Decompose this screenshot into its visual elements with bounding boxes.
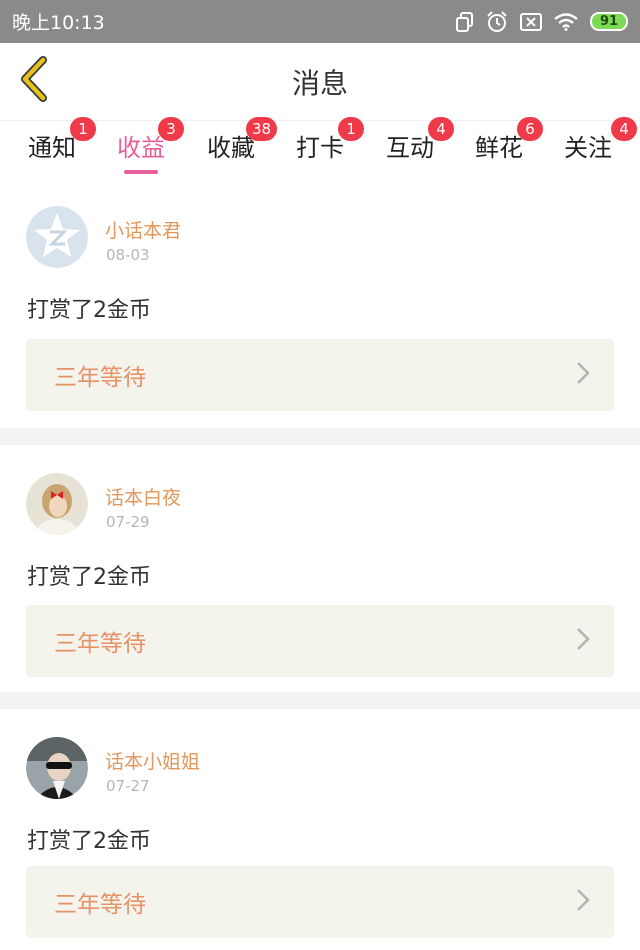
avatar[interactable] bbox=[26, 473, 88, 535]
count-badge: 1 bbox=[70, 117, 96, 141]
tab-label: 鲜花 bbox=[475, 134, 523, 162]
message-text: 打赏了2金币 bbox=[27, 829, 151, 854]
message-text: 打赏了2金币 bbox=[27, 298, 151, 323]
tab-checkin[interactable]: 打卡 1 bbox=[280, 117, 364, 179]
battery-icon: 91 bbox=[590, 12, 628, 31]
story-link[interactable]: 三年等待 bbox=[26, 605, 614, 677]
username[interactable]: 话本白夜 bbox=[105, 483, 181, 510]
tab-label: 打卡 bbox=[296, 134, 344, 162]
alarm-icon bbox=[486, 10, 508, 33]
count-badge: 1 bbox=[338, 117, 364, 141]
story-title: 三年等待 bbox=[54, 631, 146, 657]
tab-label: 收藏 bbox=[207, 134, 255, 162]
message-date: 07-27 bbox=[106, 777, 150, 795]
story-link[interactable]: 三年等待 bbox=[26, 866, 614, 938]
tab-follows[interactable]: 关注 4 bbox=[548, 117, 637, 179]
tab-label: 收益 bbox=[117, 134, 165, 162]
message-card: 小话本君 08-03 打赏了2金币 三年等待 bbox=[0, 178, 640, 428]
tab-notifications[interactable]: 通知 1 bbox=[12, 117, 96, 179]
status-time: 晚上10:13 bbox=[12, 12, 105, 34]
wifi-icon bbox=[554, 12, 578, 31]
page-title: 消息 bbox=[291, 66, 348, 100]
count-badge: 3 bbox=[158, 117, 184, 141]
message-card: 话本小姐姐 07-27 打赏了2金币 三年等待 bbox=[0, 709, 640, 950]
chevron-right-icon bbox=[576, 361, 590, 389]
count-badge: 4 bbox=[428, 117, 454, 141]
tab-interactions[interactable]: 互动 4 bbox=[370, 117, 454, 179]
username[interactable]: 小话本君 bbox=[105, 216, 181, 243]
chevron-right-icon bbox=[576, 627, 590, 655]
message-date: 08-03 bbox=[106, 246, 150, 264]
sim-x-icon bbox=[520, 12, 542, 31]
story-title: 三年等待 bbox=[54, 365, 146, 391]
tab-flowers[interactable]: 鲜花 6 bbox=[459, 117, 543, 179]
tab-label: 通知 bbox=[28, 134, 76, 162]
count-badge: 6 bbox=[517, 117, 543, 141]
chevron-left-icon bbox=[17, 56, 51, 106]
tab-earnings[interactable]: 收益 3 bbox=[101, 117, 184, 179]
message-card: 话本白夜 07-29 打赏了2金币 三年等待 bbox=[0, 445, 640, 692]
message-text: 打赏了2金币 bbox=[27, 565, 151, 590]
username[interactable]: 话本小姐姐 bbox=[105, 747, 200, 774]
count-badge: 4 bbox=[611, 117, 637, 141]
back-button[interactable] bbox=[10, 53, 58, 109]
tab-favorites[interactable]: 收藏 38 bbox=[191, 117, 278, 179]
tab-label: 关注 bbox=[564, 134, 612, 162]
tab-label: 互动 bbox=[386, 134, 434, 162]
status-bar: 晚上10:13 91 bbox=[0, 0, 640, 43]
chevron-right-icon bbox=[576, 888, 590, 916]
story-link[interactable]: 三年等待 bbox=[26, 339, 614, 411]
avatar[interactable] bbox=[26, 206, 88, 268]
story-title: 三年等待 bbox=[54, 892, 146, 918]
count-badge: 38 bbox=[246, 117, 278, 141]
copy-icon bbox=[456, 11, 474, 32]
message-tabs: 通知 1 收益 3 收藏 38 打卡 1 互动 4 鲜花 6 关注 4 bbox=[0, 117, 640, 179]
active-tab-indicator bbox=[124, 170, 158, 174]
avatar[interactable] bbox=[26, 737, 88, 799]
message-date: 07-29 bbox=[106, 513, 150, 531]
header: 消息 bbox=[0, 43, 640, 120]
status-icons: 91 bbox=[456, 10, 628, 33]
